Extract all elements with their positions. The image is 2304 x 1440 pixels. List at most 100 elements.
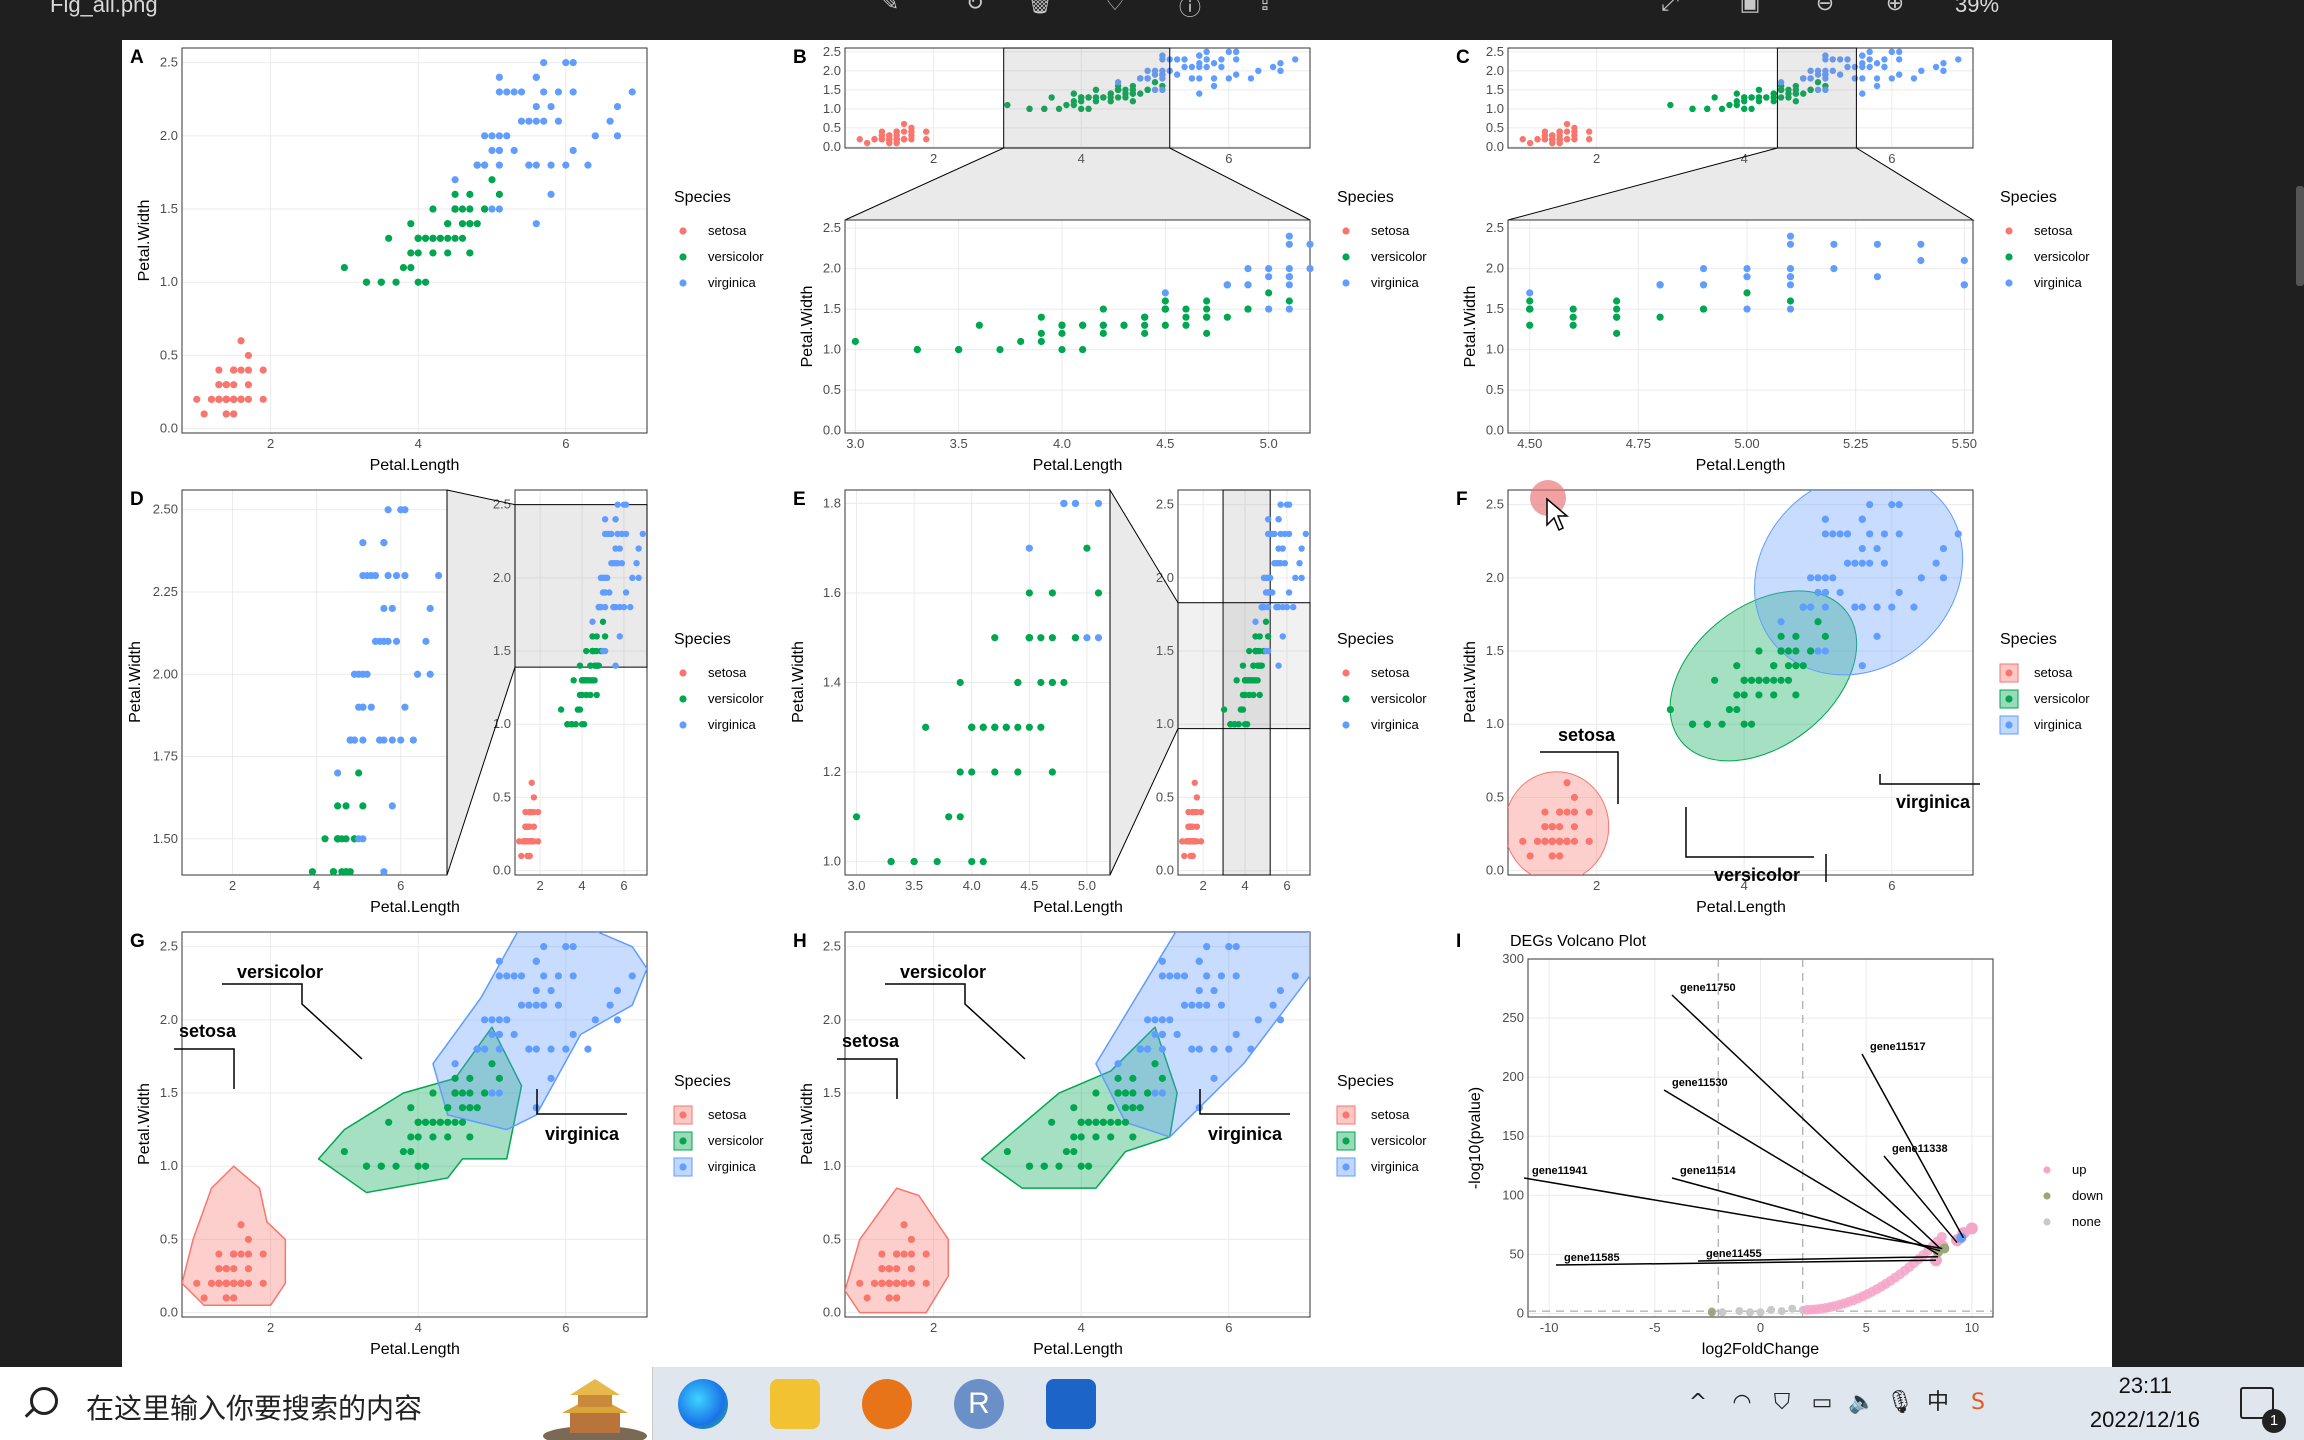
virginica-point (384, 506, 392, 514)
virginica-point (355, 703, 363, 711)
setosa-point (230, 1250, 238, 1258)
virginica-point (1203, 48, 1210, 56)
zoom-in-icon[interactable]: ⊕ (1880, 0, 1910, 15)
versicolor-point (1703, 720, 1711, 728)
virginica-point (1151, 1030, 1159, 1039)
setosa-point (193, 1279, 201, 1287)
virginica-point (1255, 67, 1262, 75)
versicolor-point (1037, 723, 1045, 731)
chevron-up-icon[interactable]: ^ (1684, 1389, 1712, 1417)
ime-indicator[interactable]: 中 (1924, 1389, 1952, 1417)
versicolor-point (407, 220, 415, 228)
side-scroll-handle[interactable] (2296, 186, 2304, 286)
virginica-point (503, 1016, 511, 1024)
virginica-point (1960, 281, 1968, 289)
versicolor-point (466, 1104, 474, 1112)
edge-browser-icon[interactable] (678, 1379, 728, 1429)
setosa-point (1548, 823, 1556, 831)
virginica-point (488, 1030, 496, 1039)
setosa-point (237, 1279, 245, 1287)
fullscreen-icon[interactable]: ⤢ (1655, 0, 1685, 15)
virginica-point (1858, 603, 1866, 611)
none-point (1767, 1305, 1776, 1314)
setosa-point (215, 395, 223, 403)
zoom-out-icon[interactable]: ⊖ (1810, 0, 1840, 15)
battery-icon[interactable]: ▭ (1808, 1389, 1836, 1417)
setosa-point (893, 136, 900, 143)
zoom-level[interactable]: 39% (1955, 0, 1999, 18)
versicolor-point (1227, 721, 1234, 728)
virginica-point (613, 1016, 622, 1024)
file-explorer-icon[interactable] (770, 1379, 820, 1429)
setosa-point (237, 366, 245, 374)
versicolor-point (1792, 632, 1800, 640)
rotate-icon[interactable]: ↻ (960, 0, 990, 15)
virginica-point (1807, 603, 1815, 611)
setosa-point (885, 1265, 893, 1273)
delete-icon[interactable]: 🗑 (1025, 0, 1055, 15)
setosa-point (908, 136, 915, 143)
info-icon[interactable]: ⓘ (1175, 0, 1205, 20)
clock-date[interactable]: 2022/12/16 (2090, 1407, 2200, 1433)
search-icon (30, 1387, 58, 1415)
legend-title: Species (1337, 189, 1394, 206)
x-tick-label: 6 (562, 436, 569, 451)
versicolor-point (1037, 337, 1045, 346)
none-point (1788, 1304, 1797, 1313)
versicolor-point (414, 249, 422, 257)
virginica-point (1298, 574, 1305, 582)
share-icon[interactable]: ⇪ (1250, 0, 1280, 15)
r-app-icon[interactable]: R (954, 1379, 1004, 1429)
versicolor-point (922, 723, 930, 731)
x-tick-label: -10 (1540, 1320, 1559, 1335)
versicolor-point (1048, 678, 1056, 687)
shield-icon[interactable]: ⛉ (1768, 1389, 1796, 1417)
clock-time[interactable]: 23:11 (2119, 1373, 2172, 1399)
windows-taskbar: 在这里输入你要搜索的内容 R ^ ◠ ⛉ ▭ 🔈 🎙 中 S 23:11 202… (0, 1367, 2304, 1440)
versicolor-point (1613, 313, 1621, 321)
setosa-point (1556, 823, 1564, 831)
virginica-point (1859, 60, 1866, 67)
versicolor-point (407, 263, 415, 272)
y-tick-label: 1.6 (823, 585, 841, 600)
edit-icon[interactable]: ✎ (875, 0, 905, 15)
setosa-point (878, 1265, 886, 1273)
versicolor-point (458, 234, 467, 242)
versicolor-point (1071, 634, 1080, 642)
versicolor-point (495, 190, 503, 198)
versicolor-point (956, 768, 964, 776)
favorite-icon[interactable]: ♡ (1100, 0, 1130, 15)
virginica-point (1873, 544, 1881, 553)
x-tick-label: 3.5 (905, 878, 923, 893)
virginica-point (1265, 264, 1273, 273)
x-tick-label: 2 (229, 878, 236, 893)
y-tick-label: 1.5 (823, 301, 841, 316)
x-axis-title: Petal.Length (370, 1341, 460, 1358)
annotation-virginica: virginica (1896, 792, 1971, 812)
y-tick-label: 0.0 (823, 423, 841, 438)
setosa-point (870, 1279, 879, 1287)
y-tick-label: 1.75 (153, 749, 178, 764)
setosa-point (1571, 136, 1578, 143)
virginica-point (380, 868, 388, 876)
versicolor-point (436, 1118, 444, 1126)
photos-app-icon[interactable] (1046, 1379, 1096, 1429)
versicolor-point (1799, 662, 1807, 670)
chrome-style-browser-icon[interactable] (862, 1379, 912, 1429)
virginica-point (1264, 603, 1272, 611)
taskbar-search-box[interactable]: 在这里输入你要搜索的内容 (0, 1367, 653, 1440)
slideshow-icon[interactable]: ▣ (1735, 0, 1765, 15)
legend-label-setosa: setosa (2034, 665, 2073, 680)
plot-background (1508, 220, 1973, 433)
setosa-point (259, 1250, 267, 1258)
microphone-icon[interactable]: 🎙 (1886, 1389, 1914, 1417)
volume-icon[interactable]: 🔈 (1848, 1389, 1876, 1417)
versicolor-point (1161, 305, 1169, 313)
virginica-point (1276, 986, 1285, 995)
wifi-icon[interactable]: ◠ (1728, 1389, 1756, 1417)
setosa-point (856, 1279, 864, 1287)
app-tray-icon[interactable]: S (1964, 1389, 1992, 1417)
setosa-point (1193, 794, 1201, 801)
virginica-point (1873, 75, 1881, 82)
virginica-point (1888, 48, 1896, 56)
